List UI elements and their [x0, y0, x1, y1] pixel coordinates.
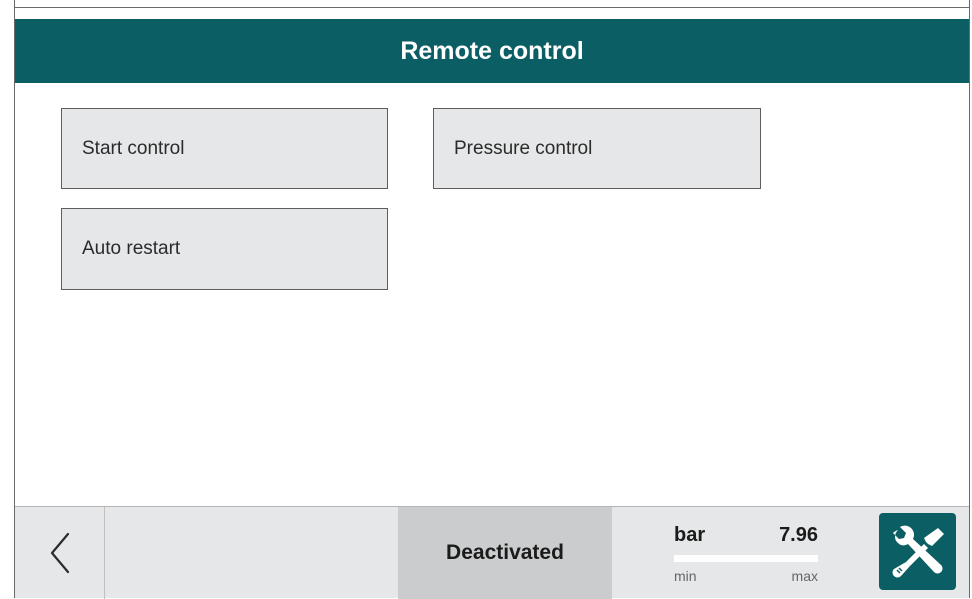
page-title: Remote control: [400, 36, 584, 65]
gauge-track: [674, 555, 818, 562]
gauge-unit: bar: [674, 524, 706, 546]
window-border-top: [14, 7, 970, 8]
pressure-gauge: bar 7.96 min max: [660, 507, 845, 599]
start-control-label: Start control: [82, 137, 185, 159]
pressure-control-label: Pressure control: [454, 137, 593, 159]
gauge-min-label: min: [674, 568, 697, 584]
start-control-button[interactable]: Start control: [61, 108, 388, 189]
title-bar: Remote control: [15, 19, 969, 83]
pressure-control-button[interactable]: Pressure control: [433, 108, 761, 189]
gauge-value: 7.96: [779, 524, 818, 546]
gauge-fill: [674, 555, 818, 562]
app-window: Remote control Start control Pressure co…: [0, 0, 972, 599]
footer-bar: Deactivated bar 7.96 min max: [15, 506, 969, 599]
wrench-screwdriver-icon: [892, 525, 944, 577]
auto-restart-label: Auto restart: [82, 238, 181, 259]
back-button[interactable]: [15, 507, 105, 599]
tools-button[interactable]: [879, 513, 956, 590]
status-text: Deactivated: [446, 541, 564, 564]
gauge-max-label: max: [791, 568, 818, 584]
window-border-right: [969, 0, 970, 598]
auto-restart-button[interactable]: Auto restart: [61, 208, 388, 290]
chevron-left-icon: [50, 532, 69, 574]
status-panel: Deactivated: [398, 507, 612, 599]
